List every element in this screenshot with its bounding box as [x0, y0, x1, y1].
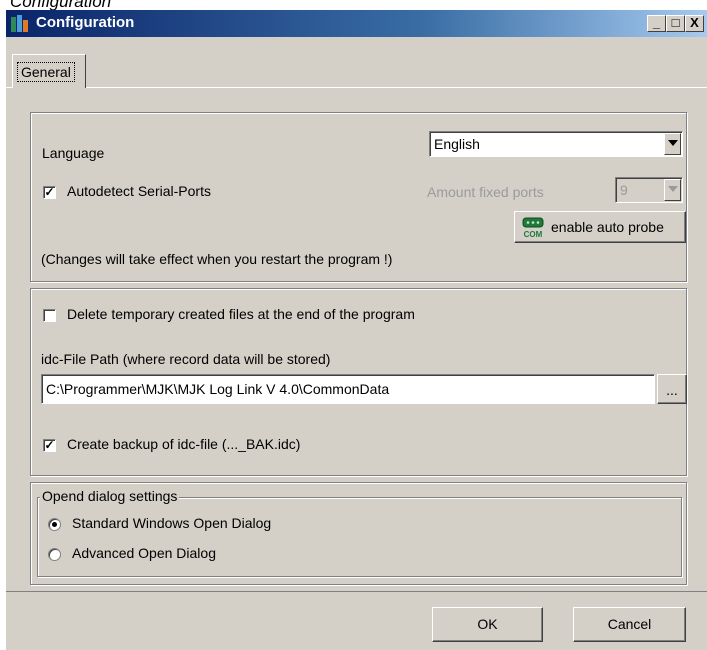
minimize-button[interactable]: _: [647, 15, 666, 32]
maximize-icon: □: [671, 15, 680, 30]
delete-temp-checkbox[interactable]: [43, 309, 56, 322]
language-select[interactable]: English: [429, 131, 683, 157]
chevron-down-icon: [668, 140, 678, 146]
idc-path-field[interactable]: C:\Programmer\MJK\MJK Log Link V 4.0\Com…: [41, 374, 655, 404]
language-label: Language: [42, 145, 105, 161]
checkmark-icon: ✓: [44, 438, 55, 452]
idc-path-label: idc-File Path (where record data will be…: [41, 351, 331, 367]
app-icon: [11, 15, 28, 32]
advanced-dialog-radio[interactable]: [48, 548, 61, 561]
tab-general[interactable]: General: [12, 54, 86, 88]
standard-dialog-radio[interactable]: [48, 518, 61, 531]
standard-dialog-label: Standard Windows Open Dialog: [72, 515, 272, 531]
close-icon: X: [690, 15, 699, 30]
enable-auto-probe-button[interactable]: COM enable auto probe: [514, 211, 686, 243]
autodetect-label: Autodetect Serial-Ports: [67, 183, 211, 199]
minimize-icon: _: [652, 15, 661, 30]
open-dialog-settings-group: Opend dialog settings Standard Windows O…: [37, 488, 682, 577]
language-dropdown-button[interactable]: [664, 133, 681, 155]
browse-label: ...: [666, 382, 678, 398]
close-button[interactable]: X: [685, 15, 704, 32]
delete-temp-label: Delete temporary created files at the en…: [67, 306, 415, 322]
autodetect-checkbox[interactable]: ✓: [43, 186, 56, 199]
window-title: Configuration: [36, 14, 135, 31]
ok-label: OK: [477, 616, 498, 632]
com-port-icon: COM: [522, 217, 544, 238]
enable-auto-probe-label: enable auto probe: [551, 219, 664, 235]
idc-path-value: C:\Programmer\MJK\MJK Log Link V 4.0\Com…: [46, 381, 390, 397]
amount-dropdown-button[interactable]: [664, 179, 681, 201]
backup-label: Create backup of idc-file (..._BAK.idc): [67, 436, 301, 452]
browse-button[interactable]: ...: [657, 374, 687, 404]
backup-checkbox[interactable]: ✓: [43, 439, 56, 452]
title-bar[interactable]: Configuration _ □ X: [6, 10, 707, 37]
amount-fixed-ports-label: Amount fixed ports: [427, 184, 544, 200]
language-value: English: [434, 136, 480, 152]
amount-fixed-ports-value: 9: [620, 182, 628, 198]
maximize-button[interactable]: □: [666, 15, 685, 32]
amount-fixed-ports-select[interactable]: 9: [615, 177, 683, 203]
configuration-window: Configuration _ □ X General Language Eng…: [6, 10, 707, 650]
cancel-label: Cancel: [607, 616, 652, 632]
open-dialog-legend: Opend dialog settings: [40, 488, 180, 504]
com-icon-text: COM: [524, 230, 543, 238]
files-group: Delete temporary created files at the en…: [30, 288, 687, 476]
language-ports-group: Language English ✓ Autodetect Serial-Por…: [30, 112, 687, 282]
ok-button[interactable]: OK: [432, 607, 543, 642]
general-tab-page: Language English ✓ Autodetect Serial-Por…: [6, 87, 707, 592]
checkmark-icon: ✓: [44, 185, 55, 199]
cancel-button[interactable]: Cancel: [573, 607, 686, 642]
restart-note: (Changes will take effect when you resta…: [41, 251, 393, 267]
advanced-dialog-label: Advanced Open Dialog: [72, 545, 216, 561]
tab-general-label: General: [17, 62, 75, 82]
open-dialog-outer-group: Opend dialog settings Standard Windows O…: [30, 482, 687, 585]
chevron-down-icon: [668, 186, 678, 192]
